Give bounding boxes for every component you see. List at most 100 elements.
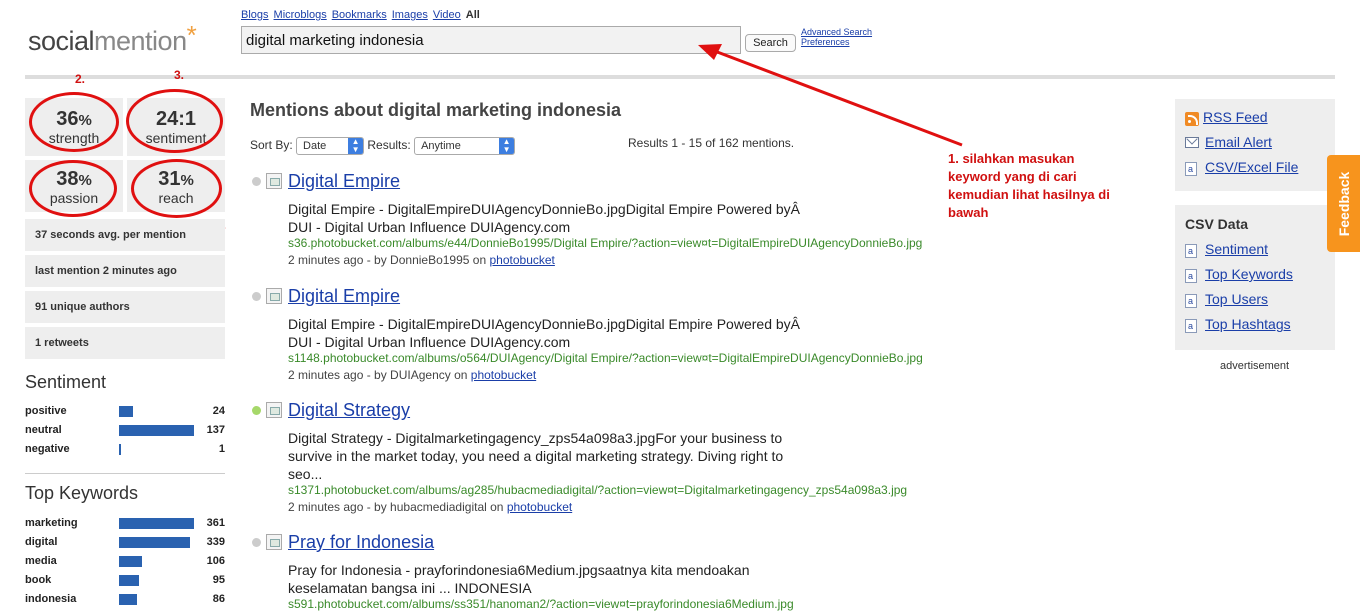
result-url: s36.photobucket.com/albums/e44/DonnieBo1…: [288, 236, 923, 250]
keyword-row: indonesia 86: [25, 591, 225, 607]
results-count: Results 1 - 15 of 162 mentions.: [628, 136, 795, 150]
csv-top-hashtags-link[interactable]: Top Hashtags: [1205, 316, 1291, 332]
rss-icon: [1185, 112, 1199, 126]
advanced-search-link[interactable]: Advanced Search: [801, 27, 872, 37]
sentiment-count: 1: [218, 443, 225, 455]
nav-link-video[interactable]: Video: [433, 9, 461, 21]
nav-link-blogs[interactable]: Blogs: [241, 9, 269, 21]
sentiment-name: positive: [25, 405, 67, 417]
result-title-link[interactable]: Pray for Indonesia: [288, 532, 434, 553]
document-icon: [1185, 319, 1197, 333]
keyword-count: 106: [206, 555, 225, 567]
logo-part-mention: mention: [94, 26, 187, 56]
keyword-count: 95: [212, 574, 225, 586]
advertisement-label: advertisement: [1220, 360, 1290, 372]
nav-link-microblogs[interactable]: Microblogs: [274, 9, 327, 21]
result-source-link[interactable]: photobucket: [489, 253, 554, 267]
document-icon: [1185, 162, 1197, 176]
keyword-name: media: [25, 555, 57, 567]
annotation-ring-sentiment: [126, 89, 223, 153]
result-meta: 2 minutes ago - by hubacmediadigital on …: [288, 500, 573, 514]
result-url: s1148.photobucket.com/albums/o564/DUIAge…: [288, 351, 923, 365]
keyword-bar: [119, 518, 194, 529]
csv-data-title: CSV Data: [1185, 216, 1249, 232]
status-dot: [252, 406, 261, 415]
rss-feed-link[interactable]: RSS Feed: [1203, 109, 1268, 125]
logo-part-social: social: [28, 26, 95, 56]
logo-star-icon: *: [186, 20, 197, 50]
sort-select[interactable]: Date ▲ ▼: [296, 137, 365, 155]
keyword-name: book: [25, 574, 52, 586]
sort-row: Sort By: Date ▲ ▼ Results: Anytime ▲ ▼: [250, 137, 516, 155]
chevron-updown-icon: ▲ ▼: [348, 138, 364, 154]
sentiment-bar: [119, 406, 133, 417]
metric-last-mention: last mention 2 minutes ago: [25, 255, 225, 287]
sentiment-count: 137: [206, 424, 225, 436]
sort-by-label: Sort By:: [250, 138, 293, 153]
feedback-tab[interactable]: Feedback: [1327, 155, 1360, 252]
keyword-count: 361: [206, 517, 225, 529]
keyword-name: marketing: [25, 517, 78, 529]
section-divider: [25, 473, 225, 474]
result-meta: 2 minutes ago - by DonnieBo1995 on photo…: [288, 253, 555, 267]
sentiment-row: positive 24: [25, 403, 225, 419]
keyword-bar: [119, 575, 139, 586]
email-icon: [1185, 137, 1199, 148]
result-description: Digital Empire - DigitalEmpireDUIAgencyD…: [288, 201, 800, 235]
page-title: Mentions about digital marketing indones…: [250, 100, 622, 120]
thumbnail-icon[interactable]: [266, 402, 282, 418]
result-source-link[interactable]: photobucket: [507, 500, 572, 514]
sentiment-name: negative: [25, 443, 70, 455]
result-url: s591.photobucket.com/albums/ss351/hanoma…: [288, 597, 794, 611]
search-type-nav: Blogs Microblogs Bookmarks Images Video All: [241, 9, 480, 21]
keyword-row: media 106: [25, 553, 225, 569]
csv-excel-link[interactable]: CSV/Excel File: [1205, 159, 1298, 175]
results-select[interactable]: Anytime ▲ ▼: [414, 137, 516, 155]
result-source-link[interactable]: photobucket: [471, 368, 536, 382]
csv-sentiment-link[interactable]: Sentiment: [1205, 241, 1268, 257]
thumbnail-icon[interactable]: [266, 534, 282, 550]
annotation-ring-passion: [29, 160, 117, 217]
sentiment-row: neutral 137: [25, 422, 225, 438]
result-description: Digital Empire - DigitalEmpireDUIAgencyD…: [288, 316, 800, 350]
keyword-name: indonesia: [25, 593, 77, 605]
metric-unique-authors: 91 unique authors: [25, 291, 225, 323]
email-alert-link[interactable]: Email Alert: [1205, 134, 1272, 150]
thumbnail-icon[interactable]: [266, 173, 282, 189]
nav-link-bookmarks[interactable]: Bookmarks: [332, 9, 387, 21]
result-title-link[interactable]: Digital Empire: [288, 286, 400, 307]
search-button[interactable]: Search: [745, 34, 796, 52]
logo[interactable]: socialmention*: [28, 20, 197, 57]
feeds-panel: RSS Feed Email Alert CSV/Excel File: [1175, 99, 1335, 191]
status-dot: [252, 292, 261, 301]
keyword-row: book 95: [25, 572, 225, 588]
result-url: s1371.photobucket.com/albums/ag285/hubac…: [288, 483, 908, 497]
keyword-bar: [119, 556, 142, 567]
keyword-count: 86: [212, 593, 225, 605]
keyword-row: marketing 361: [25, 515, 225, 531]
nav-active-all[interactable]: All: [466, 9, 480, 21]
sentiment-title: Sentiment: [25, 372, 107, 392]
sentiment-bar: [119, 444, 121, 455]
result-title-link[interactable]: Digital Empire: [288, 171, 400, 192]
results-label: Results:: [367, 138, 411, 153]
annotation-text: 1. silahkan masukan keyword yang di cari…: [948, 151, 1110, 220]
search-input[interactable]: [241, 26, 741, 54]
document-icon: [1185, 294, 1197, 308]
csv-top-keywords-link[interactable]: Top Keywords: [1205, 266, 1293, 282]
status-dot: [252, 177, 261, 186]
annotation-num-2: 2.: [75, 72, 86, 86]
annotation-num-3: 3.: [174, 68, 185, 82]
header-divider: [25, 75, 1335, 79]
feedback-label: Feedback: [1335, 171, 1352, 236]
result-title-link[interactable]: Digital Strategy: [288, 400, 410, 421]
chevron-updown-icon: ▲ ▼: [499, 138, 515, 154]
csv-top-users-link[interactable]: Top Users: [1205, 291, 1268, 307]
preferences-link[interactable]: Preferences: [801, 37, 872, 47]
result-meta: 2 minutes ago - by DUIAgency on photobuc…: [288, 368, 537, 382]
thumbnail-icon[interactable]: [266, 288, 282, 304]
nav-link-images[interactable]: Images: [392, 9, 428, 21]
annotation-ring-strength: [29, 92, 119, 152]
sentiment-count: 24: [212, 405, 225, 417]
keyword-count: 339: [206, 536, 225, 548]
